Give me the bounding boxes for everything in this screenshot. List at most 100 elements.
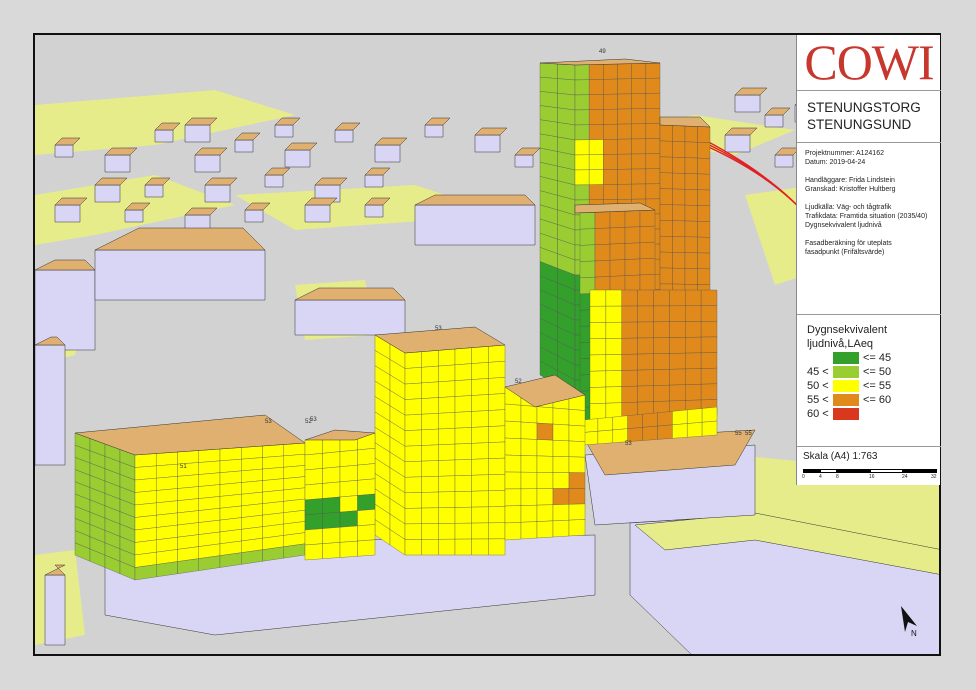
- facade-cell: [603, 154, 618, 170]
- mid-building-wall: [294, 299, 406, 336]
- facade-cell: [339, 449, 358, 467]
- facade-cell: [631, 63, 647, 79]
- facade-cell: [339, 540, 358, 558]
- facade-cell: [621, 353, 638, 371]
- facade-cell: [589, 370, 607, 388]
- legend-row: 50 < <= 55: [797, 379, 941, 393]
- facade-cell: [609, 243, 626, 261]
- small-building-wall: [424, 124, 444, 138]
- facade-cell: [536, 455, 554, 473]
- facade-cell: [404, 507, 422, 525]
- facade-cell: [582, 431, 599, 446]
- facade-cell: [685, 352, 702, 370]
- small-building-wall: [264, 174, 284, 188]
- facade-cell: [588, 154, 604, 170]
- facade-cell: [471, 426, 489, 444]
- facade-cell: [198, 472, 221, 487]
- scale-tick: 16: [869, 474, 875, 480]
- facade-cell: [488, 393, 506, 411]
- facade-cell: [177, 498, 199, 514]
- facade-cell: [659, 251, 673, 269]
- facade-cell: [687, 408, 703, 424]
- legend-row: 60 <: [797, 407, 941, 421]
- facade-cell: [304, 453, 323, 471]
- method-line2: fasadpunkt (Frifältsvärde): [805, 249, 885, 256]
- facade-cell: [669, 337, 686, 354]
- facade-cell: [488, 409, 506, 427]
- facade-cell: [697, 236, 711, 254]
- central-left-facade: [374, 334, 406, 556]
- legend-upper: <= 55: [863, 380, 892, 392]
- point-label: 55: [735, 431, 742, 437]
- mid-building-roof: [414, 194, 536, 206]
- facade-cell: [639, 258, 656, 276]
- facade-cell: [504, 488, 522, 507]
- facade-cell: [471, 362, 489, 380]
- facade-cell: [241, 457, 263, 472]
- facade-cell: [631, 168, 647, 185]
- facade-cell: [617, 108, 632, 125]
- legend-lower: 55 <: [807, 394, 829, 406]
- facade-cell: [697, 252, 711, 270]
- facade-cell: [552, 472, 570, 489]
- facade-cell: [568, 519, 586, 537]
- facade-cell: [262, 455, 284, 470]
- legend-swatch: [833, 352, 859, 364]
- facade-cell: [421, 491, 439, 509]
- facade-cell: [262, 467, 284, 481]
- facade-cell: [557, 78, 576, 96]
- facade-cell: [552, 423, 570, 442]
- legend-upper: <= 45: [863, 352, 892, 364]
- facade-cell: [700, 352, 718, 369]
- scale-tick: 4: [819, 474, 822, 480]
- facade-cell: [438, 475, 456, 493]
- facade-cell: [624, 274, 641, 293]
- facade-cell: [603, 139, 618, 155]
- facade-cell: [357, 463, 376, 481]
- small-building-roof: [104, 147, 138, 156]
- facade-cell: [617, 183, 632, 200]
- facade-cell: [589, 338, 607, 356]
- facade-cell: [557, 63, 576, 81]
- point-label: 52: [515, 379, 522, 385]
- facade-cell: [177, 486, 199, 501]
- facade-cell: [637, 385, 654, 403]
- facade-cell: [657, 411, 673, 427]
- facade-cell: [198, 460, 221, 475]
- facade-cell: [685, 305, 702, 322]
- facade-cell: [304, 438, 323, 456]
- facade-cell: [645, 62, 661, 79]
- facade-cell: [471, 522, 489, 540]
- small-building-roof: [364, 167, 391, 176]
- facade-cell: [631, 108, 647, 125]
- facade-cell: [520, 471, 538, 490]
- facade-cell: [283, 465, 306, 479]
- facade-cell: [404, 460, 422, 478]
- facade-cell: [177, 450, 199, 465]
- central-front-facade: [404, 344, 506, 556]
- facade-cell: [504, 471, 522, 490]
- small-building-wall: [104, 154, 131, 173]
- point-label: 53: [625, 441, 632, 447]
- facade-cell: [659, 267, 673, 285]
- facade-cell: [645, 153, 661, 170]
- facade-cell: [471, 394, 489, 412]
- facade-cell: [520, 521, 538, 540]
- facade-cell: [653, 337, 670, 354]
- facade-cell: [198, 448, 221, 463]
- scale-label: Skala (A4) 1:763: [803, 451, 878, 462]
- facade-cell: [520, 488, 538, 506]
- facade-cell: [603, 184, 618, 200]
- small-building-wall: [774, 154, 794, 168]
- facade-cell: [594, 243, 611, 262]
- facade-cell: [672, 267, 686, 285]
- facade-cell: [653, 353, 670, 370]
- facade-cell: [454, 491, 472, 508]
- facade-cell: [219, 447, 242, 462]
- grass-area: [35, 90, 295, 155]
- traffic-data: Trafikdata: Framtida situation (2035/40): [805, 213, 928, 220]
- small-building-wall: [124, 209, 144, 223]
- facade-cell: [621, 385, 638, 403]
- facade-cell: [700, 336, 718, 353]
- facade-cell: [700, 321, 718, 338]
